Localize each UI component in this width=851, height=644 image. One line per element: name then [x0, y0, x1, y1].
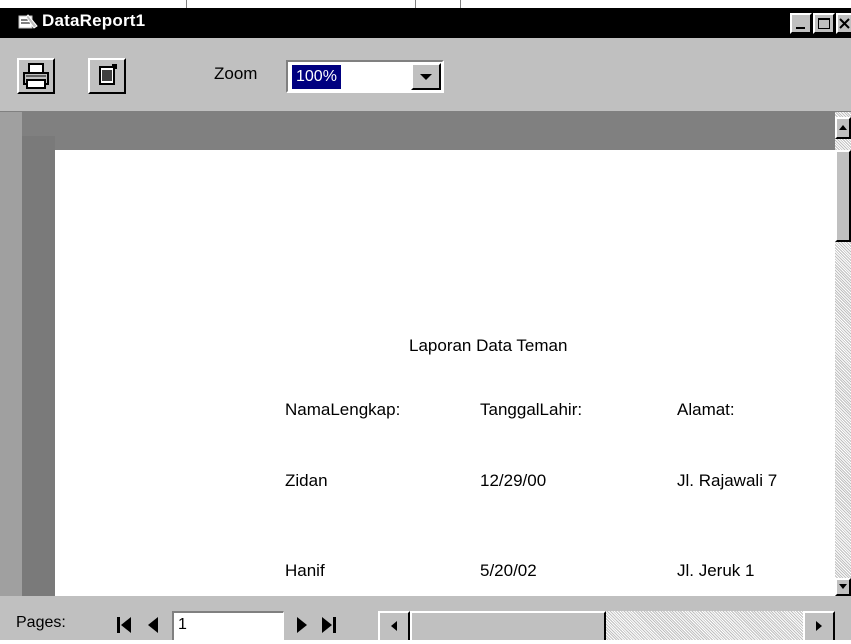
top-strip	[0, 0, 851, 8]
scroll-down-button[interactable]	[835, 578, 851, 596]
row-1-alamat: Jl. Rajawali 7	[677, 471, 778, 490]
arrow-down-icon	[839, 584, 847, 589]
preview-margin	[0, 112, 22, 596]
last-page-icon	[322, 617, 336, 633]
chevron-down-icon	[420, 74, 432, 80]
page-number-input[interactable]: 1	[172, 611, 284, 640]
zoom-label: Zoom	[214, 64, 258, 83]
arrow-left-icon	[391, 621, 397, 631]
first-page-button[interactable]	[114, 613, 136, 637]
vertical-scroll-thumb[interactable]	[835, 150, 851, 242]
pages-label: Pages:	[16, 614, 66, 631]
column-header-alamat: Alamat:	[677, 400, 735, 419]
arrow-up-icon	[839, 125, 847, 130]
row-2-alamat: Jl. Jeruk 1	[677, 561, 755, 580]
prev-page-icon	[148, 617, 158, 633]
next-page-button[interactable]	[292, 613, 314, 637]
window-title: DataReport1	[42, 11, 146, 30]
scroll-right-button[interactable]	[803, 611, 835, 640]
report-icon	[18, 13, 38, 31]
close-preview-button[interactable]	[88, 58, 126, 94]
row-1-tanggal: 12/29/00	[480, 471, 547, 490]
printer-icon	[23, 63, 49, 89]
minimize-icon	[796, 27, 805, 29]
print-button[interactable]	[17, 58, 55, 94]
first-page-icon	[117, 617, 131, 633]
zoom-value: 100%	[292, 65, 341, 89]
minimize-button[interactable]	[790, 13, 812, 34]
report-page	[55, 150, 835, 596]
row-2-nama: Hanif	[285, 561, 325, 580]
report-title: Laporan Data Teman	[409, 336, 568, 355]
zoom-dropdown-button[interactable]	[411, 63, 441, 90]
scroll-left-button[interactable]	[378, 611, 410, 640]
arrow-right-icon	[816, 621, 822, 631]
column-header-nama: NamaLengkap:	[285, 400, 401, 419]
horizontal-scroll-thumb[interactable]	[410, 611, 606, 640]
page-close-icon	[99, 64, 117, 85]
size-grip	[835, 596, 851, 640]
page-shadow	[22, 136, 55, 596]
next-page-icon	[297, 617, 307, 633]
row-1-nama: Zidan	[285, 471, 328, 490]
row-2-tanggal: 5/20/02	[480, 561, 537, 580]
prev-page-button[interactable]	[143, 613, 165, 637]
maximize-button[interactable]	[813, 13, 835, 34]
column-header-tanggal: TanggalLahir:	[480, 400, 583, 419]
zoom-select[interactable]: 100%	[286, 60, 444, 93]
close-button[interactable]	[836, 13, 851, 34]
scroll-up-button[interactable]	[835, 117, 851, 139]
maximize-icon	[818, 18, 830, 29]
last-page-button[interactable]	[318, 613, 340, 637]
close-icon	[839, 18, 850, 29]
